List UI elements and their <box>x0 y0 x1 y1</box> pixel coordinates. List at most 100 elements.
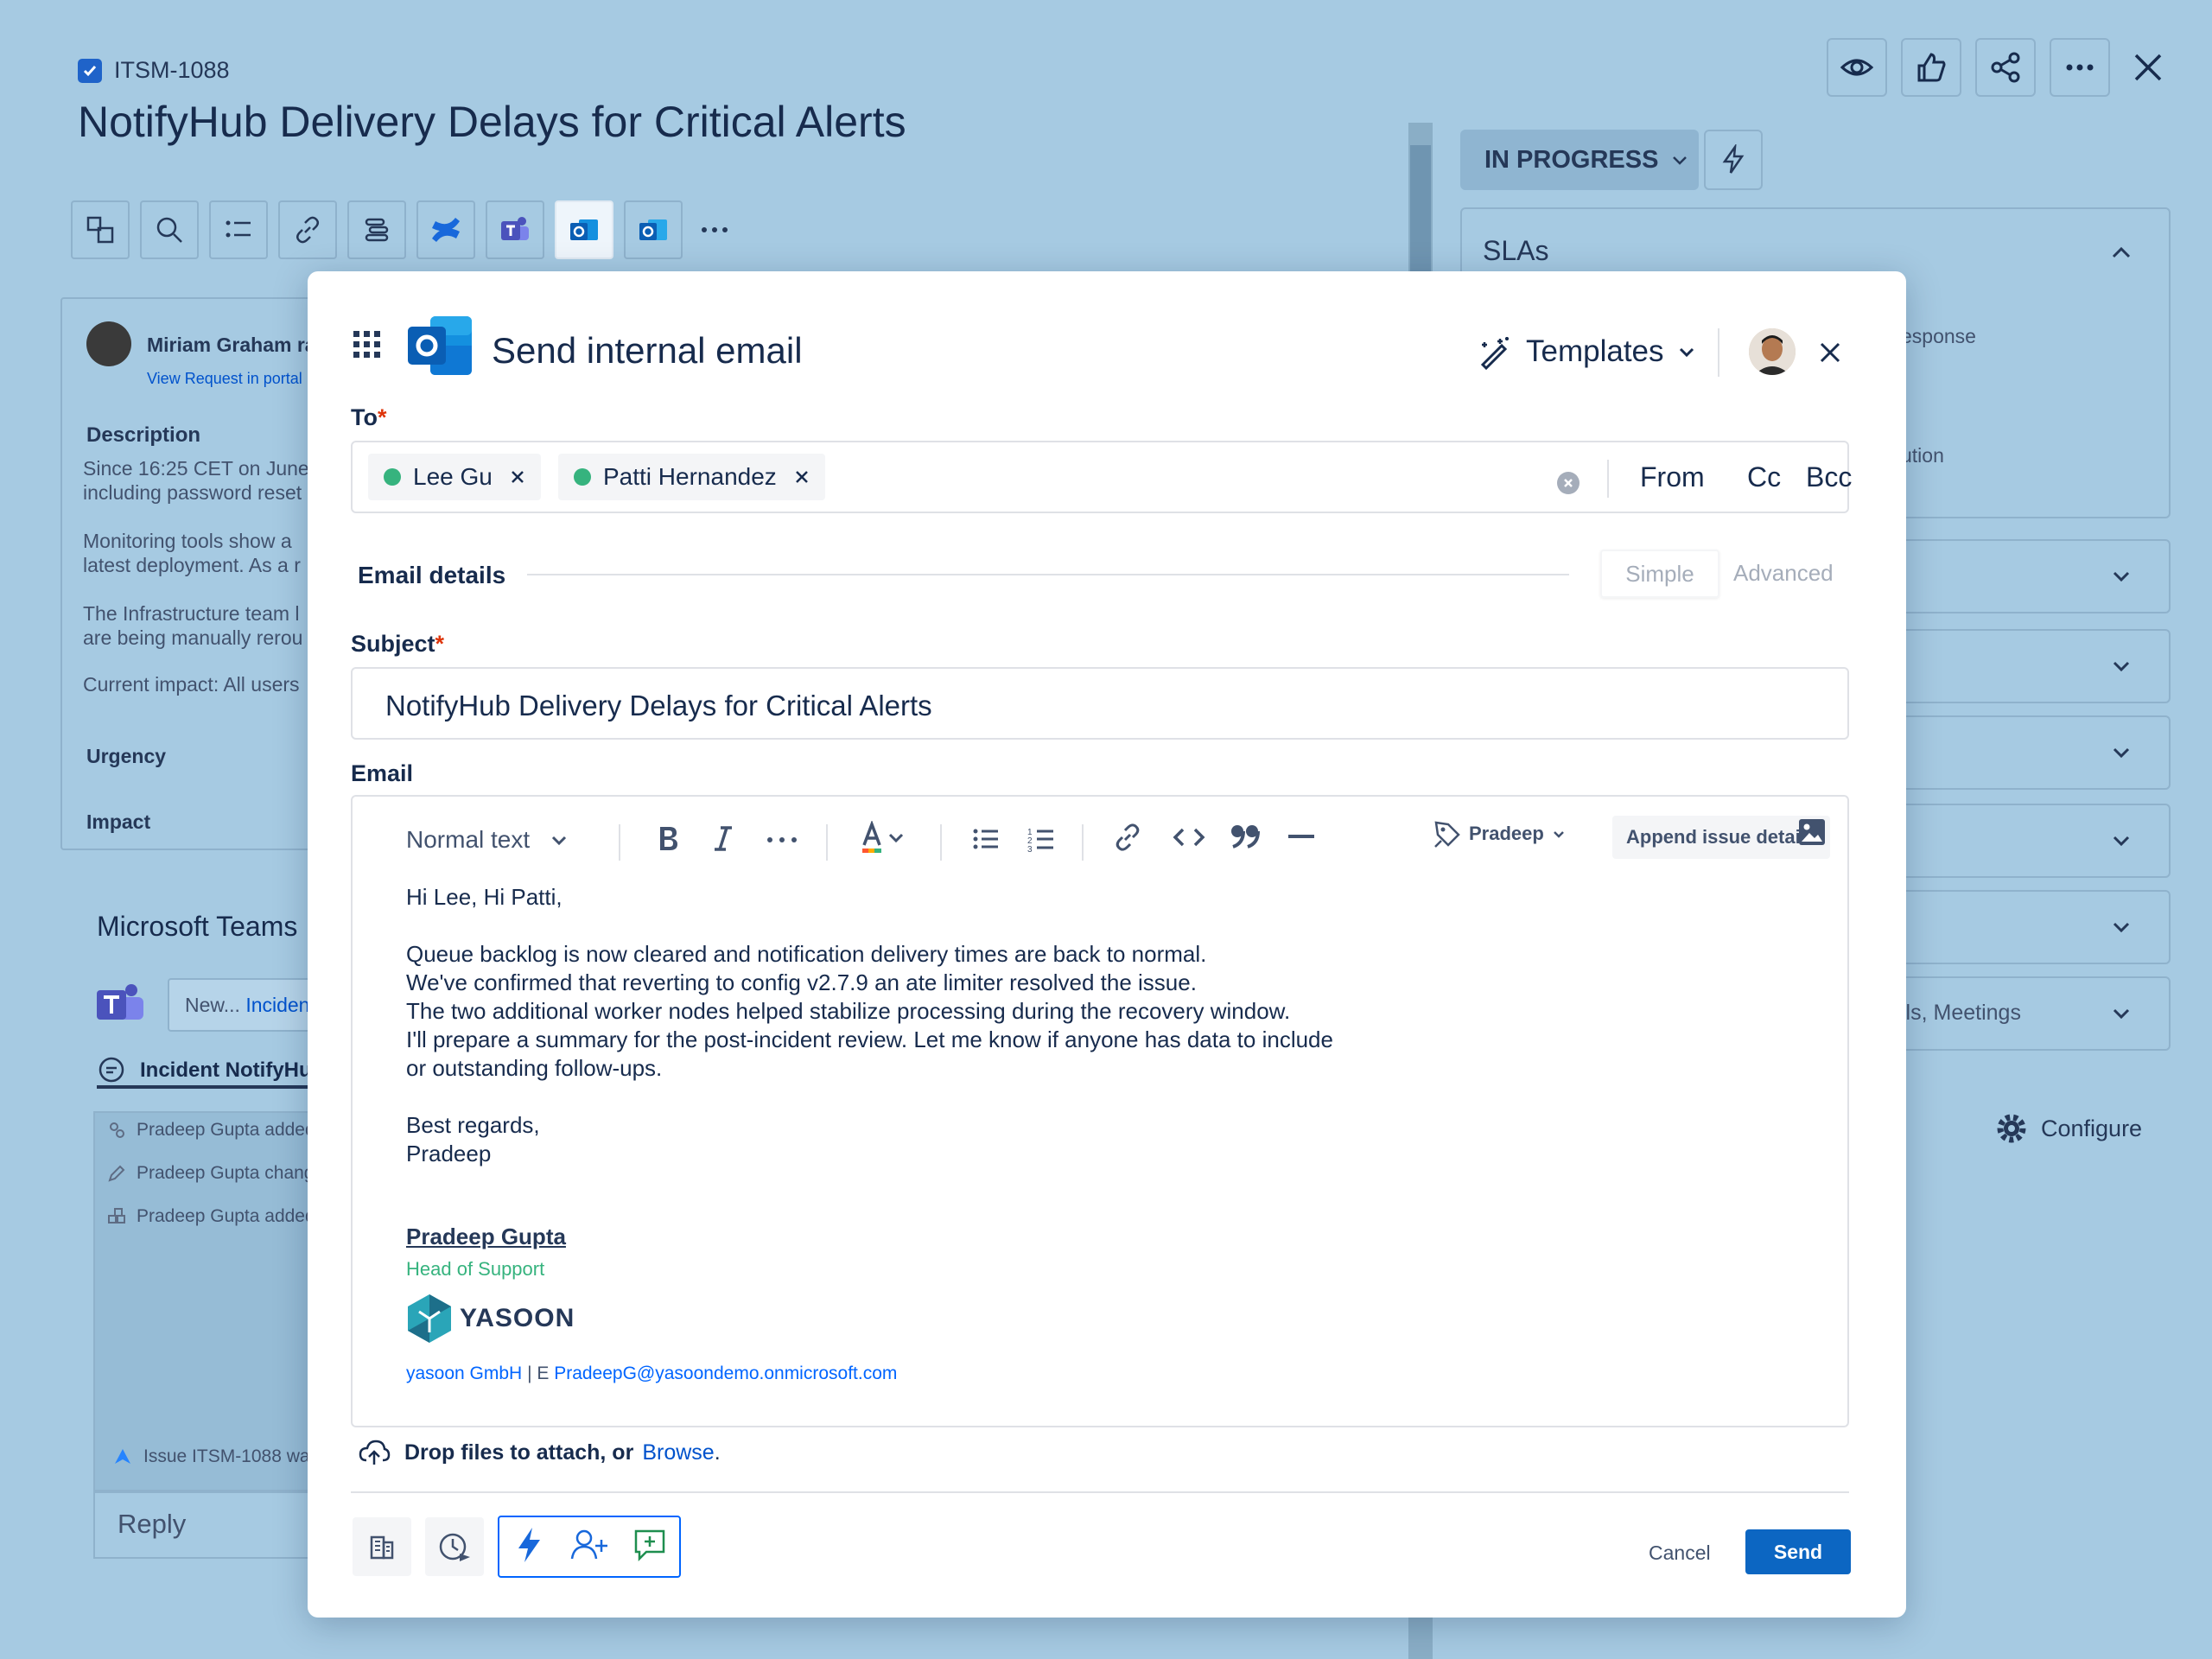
text-color-button[interactable] <box>859 821 914 855</box>
numbered-list-button[interactable]: 123 <box>1027 824 1056 854</box>
lightning-button[interactable] <box>512 1526 546 1568</box>
tab-incident-label: Incident NotifyHu <box>140 1058 312 1082</box>
share-icon <box>1991 52 2020 83</box>
bcc-button[interactable]: Bcc <box>1806 461 1852 493</box>
automation-button[interactable] <box>1704 130 1763 190</box>
toolbar-more-button[interactable] <box>693 200 736 259</box>
email-editor[interactable]: Normal text 123 Pradeep Append issue det… <box>351 795 1849 1427</box>
email-body-text[interactable]: Hi Lee, Hi Patti, Queue backlog is now c… <box>406 883 1333 1168</box>
reply-input[interactable]: Reply <box>93 1491 320 1559</box>
teams-input-prefix: New... <box>185 994 240 1016</box>
quote-icon <box>1231 825 1260 849</box>
signature-dropdown[interactable]: Pradeep <box>1433 819 1567 849</box>
teams-heading: Microsoft Teams <box>97 911 298 942</box>
tab-incident-chat[interactable]: Incident NotifyHu <box>97 1056 312 1085</box>
avatar[interactable] <box>1749 328 1796 375</box>
vote-button[interactable] <box>1901 38 1961 97</box>
chevron-up-icon[interactable] <box>2108 240 2134 270</box>
chevron-down-icon[interactable] <box>2108 828 2134 858</box>
description-heading: Description <box>86 423 201 447</box>
code-button[interactable] <box>1172 823 1206 852</box>
subject-label: Subject* <box>351 631 444 658</box>
link-button[interactable] <box>1111 821 1144 854</box>
horizontal-rule-button[interactable] <box>1286 821 1317 852</box>
mode-simple-button[interactable]: Simple <box>1600 550 1719 598</box>
to-field[interactable]: Lee Gu Patti Hernandez From Cc Bcc <box>351 441 1852 513</box>
lightning-icon <box>518 1527 540 1562</box>
toolbar-timeline-button[interactable] <box>347 200 406 259</box>
share-button[interactable] <box>1975 38 2036 97</box>
send-button[interactable]: Send <box>1745 1529 1851 1574</box>
browse-link[interactable]: Browse <box>642 1440 714 1465</box>
toolbar-outlook-button[interactable] <box>555 200 613 259</box>
cancel-button[interactable]: Cancel <box>1649 1541 1711 1565</box>
from-button[interactable]: From <box>1640 461 1705 493</box>
toolbar-link-button[interactable] <box>278 200 337 259</box>
teams-icon <box>95 982 147 1031</box>
bullet-list-button[interactable] <box>971 824 1001 854</box>
outlook-icon <box>570 219 598 240</box>
child-issue-icon <box>86 216 114 244</box>
outlook-calendar-icon <box>639 219 667 240</box>
remove-recipient-icon[interactable] <box>510 469 525 485</box>
subject-input[interactable]: NotifyHub Delivery Delays for Critical A… <box>351 667 1849 740</box>
signature-owner-label: Pradeep <box>1469 823 1544 844</box>
cc-button[interactable]: Cc <box>1747 461 1781 493</box>
signature-name-link[interactable]: Pradeep Gupta <box>406 1224 566 1250</box>
toolbar-search-button[interactable] <box>140 200 199 259</box>
issue-title: NotifyHub Delivery Delays for Critical A… <box>78 98 906 146</box>
more-actions-button[interactable] <box>2050 38 2110 97</box>
scrollbar-thumb[interactable] <box>1410 145 1431 275</box>
status-button[interactable]: IN PROGRESS <box>1460 130 1699 190</box>
required-asterisk: * <box>377 404 387 430</box>
presence-dot <box>384 468 401 486</box>
clear-recipients-icon[interactable] <box>1557 472 1580 494</box>
close-dialog-button[interactable] <box>1811 334 1849 372</box>
mode-advanced-button[interactable]: Advanced <box>1733 560 1834 587</box>
view-request-link[interactable]: View Request in portal <box>147 370 302 388</box>
quote-button[interactable] <box>1229 821 1262 852</box>
insert-image-button[interactable] <box>1797 817 1827 851</box>
text-style-dropdown[interactable]: Normal text <box>406 826 569 854</box>
toolbar-teams-button[interactable] <box>486 200 544 259</box>
more-formatting-button[interactable] <box>764 823 802 854</box>
bold-button[interactable] <box>655 823 681 854</box>
text-color-icon <box>862 821 904 853</box>
recipient-chip[interactable]: Patti Hernandez <box>558 454 825 500</box>
app-grid-icon[interactable] <box>353 330 382 364</box>
configure-button[interactable]: Configure <box>1994 1111 2142 1146</box>
teams-input-link[interactable]: Inciden <box>245 994 309 1016</box>
to-label: To* <box>351 404 387 431</box>
remove-recipient-icon[interactable] <box>794 469 810 485</box>
organization-button[interactable] <box>353 1517 411 1576</box>
horizontal-rule-icon <box>1288 835 1314 838</box>
schedule-button[interactable] <box>425 1517 484 1576</box>
toolbar-outlook-calendar-button[interactable] <box>624 200 683 259</box>
attachment-dropzone[interactable]: Drop files to attach, or Browse. <box>358 1438 721 1467</box>
add-comment-button[interactable] <box>632 1528 667 1567</box>
italic-button[interactable] <box>710 823 736 854</box>
toolbar-confluence-button[interactable] <box>416 200 475 259</box>
chevron-down-icon[interactable] <box>2108 914 2134 944</box>
outlook-logo-icon <box>406 313 475 383</box>
templates-dropdown[interactable]: Templates <box>1478 334 1697 370</box>
toolbar-list-button[interactable] <box>209 200 268 259</box>
chevron-down-icon[interactable] <box>2108 740 2134 770</box>
activity-item: Pradeep Gupta added <box>107 1120 315 1141</box>
chevron-down-icon[interactable] <box>2108 563 2134 594</box>
drop-text: Drop files to attach, or <box>404 1440 634 1465</box>
signature-email-link[interactable]: PradeepG@yasoondemo.onmicrosoft.com <box>554 1363 897 1383</box>
chevron-down-icon <box>1679 347 1694 358</box>
search-icon <box>156 217 182 243</box>
jira-icon <box>115 1449 130 1464</box>
image-icon <box>1799 819 1825 845</box>
numbered-list-icon: 123 <box>1027 828 1053 854</box>
chevron-down-icon[interactable] <box>2108 653 2134 683</box>
issue-key[interactable]: ITSM-1088 <box>78 57 230 84</box>
toolbar-child-issue-button[interactable] <box>71 200 130 259</box>
watch-button[interactable] <box>1827 38 1887 97</box>
chevron-down-icon[interactable] <box>2108 1001 2134 1031</box>
recipient-chip[interactable]: Lee Gu <box>368 454 541 500</box>
add-watcher-button[interactable] <box>570 1528 608 1567</box>
close-issue-button[interactable] <box>2126 45 2171 90</box>
